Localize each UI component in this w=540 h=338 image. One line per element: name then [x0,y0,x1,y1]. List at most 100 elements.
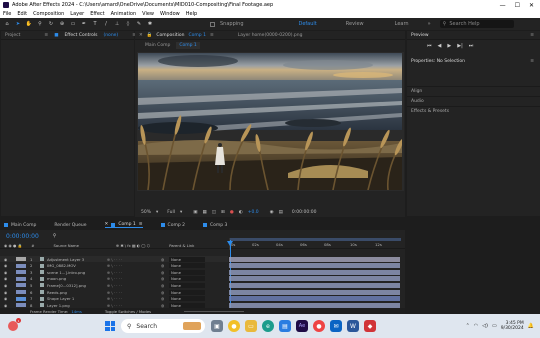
zoom-tool-icon[interactable]: ⚲ [37,21,43,27]
home-icon[interactable]: ⌂ [4,21,10,27]
orbit-tool-icon[interactable]: ↻ [48,21,54,27]
timeline-tab-comp-1[interactable]: ✕ Comp 1 ≡ [104,222,143,228]
pan-behind-tool-icon[interactable]: ⊕ [59,21,65,27]
clock-date[interactable]: 9/30/2024 [501,326,524,331]
close-button[interactable]: ✕ [529,2,534,9]
minimize-button[interactable]: — [500,2,506,9]
parent-pickwhip-icon[interactable]: ◎ [161,270,169,275]
region-icon[interactable]: ▣ [193,210,197,215]
label-color-swatch[interactable] [16,283,26,288]
zoom-slider[interactable] [184,310,245,312]
roto-brush-tool-icon[interactable]: ✎ [136,21,142,27]
timeline-tab-comp-2[interactable]: Comp 2 [160,223,185,228]
current-time[interactable]: 0:00:00:00 [292,210,317,215]
resolution-select[interactable]: Full [167,210,175,215]
label-color-swatch[interactable] [16,270,26,275]
label-color-swatch[interactable] [16,257,26,261]
preview-tab[interactable]: Preview [411,33,429,38]
mask-icon[interactable]: ◫ [212,210,216,215]
volume-icon[interactable]: ◁) [482,323,488,329]
start-button[interactable] [105,321,115,331]
layer-name[interactable]: scene 1...].intro.png [47,270,107,275]
label-color-swatch[interactable] [16,296,26,301]
parent-select[interactable]: None [169,256,205,262]
parent-select[interactable]: None [169,282,205,288]
chrome-profile-icon[interactable]: ● [313,320,325,332]
panel-menu-icon[interactable]: ≡ [530,33,534,38]
layer-viewer-tab[interactable]: Layer home(0000-0200).png [238,33,303,38]
after-effects-icon[interactable]: Ae [296,320,308,332]
brush-tool-icon[interactable]: / [103,21,109,27]
layer-duration-bar[interactable] [229,256,400,262]
file-explorer-icon[interactable]: ▭ [245,320,257,332]
puppet-tool-icon[interactable]: ✱ [147,21,153,27]
rectangle-tool-icon[interactable]: ▭ [70,21,76,27]
parent-pickwhip-icon[interactable]: ◎ [161,283,169,288]
zoom-dropdown-icon[interactable]: ▾ [156,210,158,215]
timeline-search-icon[interactable]: ⚲ [53,233,57,239]
panel-menu-icon[interactable]: ≡ [210,33,214,38]
selection-tool-icon[interactable]: ➤ [15,21,21,27]
workspace-review[interactable]: Review [346,21,364,27]
hand-tool-icon[interactable]: ✋ [26,21,32,27]
parent-select[interactable]: None [169,276,205,282]
visibility-eye-icon[interactable]: ◉ [4,290,14,295]
color-management-icon[interactable]: ◐ [239,210,243,215]
label-color-swatch[interactable] [16,290,26,294]
workspace-default[interactable]: Default [299,21,317,27]
wifi-icon[interactable]: ◠ [474,323,478,329]
parent-select[interactable]: None [169,302,205,308]
timeline-tab-comp-3[interactable]: Comp 3 [202,223,227,228]
viewer-tab-main-comp[interactable]: Main Comp [145,43,170,48]
clone-stamp-tool-icon[interactable]: ⊥ [114,21,120,27]
layer-switches-icon[interactable]: ⊕ \ · · · · [107,283,161,288]
time-ruler[interactable]: 0s 02s 04s 06s 08s 10s 12s [227,238,401,314]
play-icon[interactable]: ▶ [447,43,451,49]
weather-widget[interactable]: 1 [8,318,21,331]
viewer-tab-comp-1[interactable]: Comp 1 [176,41,200,49]
menu-composition[interactable]: Composition [33,11,64,17]
parent-pickwhip-icon[interactable]: ◎ [161,290,169,295]
timeline-tab-main-comp[interactable]: Main Comp [4,223,36,228]
snapping-checkbox[interactable] [210,21,215,27]
pen-tool-icon[interactable]: ✒ [81,21,87,27]
visibility-eye-icon[interactable]: ◉ [4,303,14,308]
work-area-bar[interactable] [230,238,401,241]
exposure-value[interactable]: +0.0 [248,210,259,215]
parent-select[interactable]: None [169,263,205,269]
parent-pickwhip-icon[interactable]: ◎ [161,257,169,262]
parent-pickwhip-icon[interactable]: ◎ [161,263,169,268]
parent-link-header[interactable]: Parent & Link [169,243,194,248]
layer-row[interactable]: ◉ 3 scene 1...].intro.png ⊕ \ · · · · ◎ None [0,269,228,275]
visibility-eye-icon[interactable]: ◉ [4,263,14,268]
visibility-eye-icon[interactable]: ◉ [4,296,14,301]
audio-panel[interactable]: Audio [407,96,540,106]
layer-switches-icon[interactable]: ⊕ \ · · · · [107,296,161,301]
layer-switches-icon[interactable]: ⊕ \ · · · · [107,263,161,268]
toggle-switches-modes[interactable]: Toggle Switches / Modes [105,309,151,314]
tray-chevron-icon[interactable]: ⌃ [466,323,470,329]
layer-duration-bar[interactable] [229,296,400,302]
visibility-eye-icon[interactable]: ◉ [4,257,14,262]
taskbar-search[interactable]: ⚲ Search [121,319,205,333]
layer-switches-icon[interactable]: ⊕ \ · · · · [107,303,161,308]
effect-controls-tab[interactable]: Effect Controls [64,33,97,38]
parent-pickwhip-icon[interactable]: ◎ [161,276,169,281]
menu-view[interactable]: View [142,11,154,17]
parent-select[interactable]: None [169,289,205,295]
layer-duration-bar[interactable] [229,302,400,308]
layer-name[interactable]: Shape Layer 1 [47,296,107,301]
layer-row[interactable]: ◉ 7 Shape Layer 1 ⊕ \ · · · · ◎ None [0,296,228,302]
layer-name[interactable]: moon.png [47,276,107,281]
current-timecode[interactable]: 0:00:00:00 [6,233,39,240]
layer-name[interactable]: Layer 1.png [47,303,107,308]
battery-icon[interactable]: ▭ [492,323,497,329]
snapshot-icon[interactable]: ◉ [270,210,274,215]
eraser-tool-icon[interactable]: ◊ [125,21,131,27]
layer-duration-bar[interactable] [229,263,400,269]
timeline-tab-render-queue[interactable]: Render Queue [54,223,86,228]
parent-select[interactable]: None [169,296,205,302]
layer-duration-bar[interactable] [229,282,400,288]
word-icon[interactable]: W [347,320,359,332]
layer-name[interactable]: IMG_0882.MOV [47,263,107,268]
